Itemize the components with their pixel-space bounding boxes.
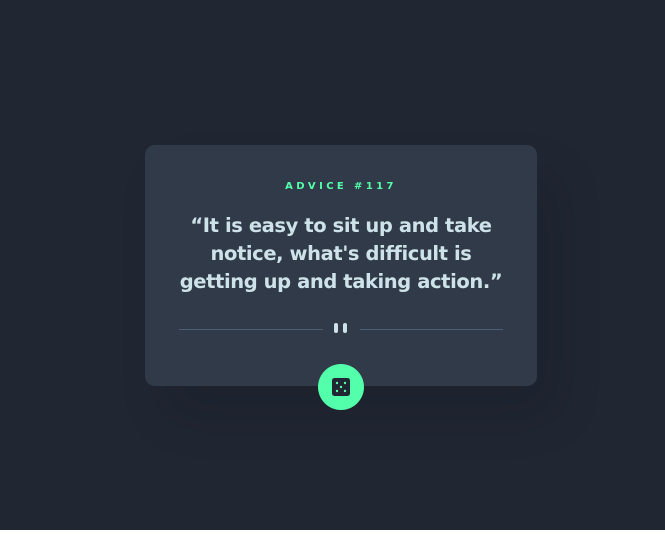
advice-id: ADVICE #117 xyxy=(285,181,397,192)
advice-card: ADVICE #117 “It is easy to sit up and ta… xyxy=(145,145,537,386)
divider-line-right xyxy=(360,329,503,330)
pattern-divider xyxy=(179,321,503,337)
divider-line-left xyxy=(179,329,323,330)
advice-quote: “It is easy to sit up and take notice, w… xyxy=(179,214,503,293)
page-background: ADVICE #117 “It is easy to sit up and ta… xyxy=(0,0,665,530)
new-advice-button[interactable] xyxy=(318,364,364,410)
pause-icon xyxy=(333,323,349,335)
dice-icon xyxy=(332,378,350,396)
